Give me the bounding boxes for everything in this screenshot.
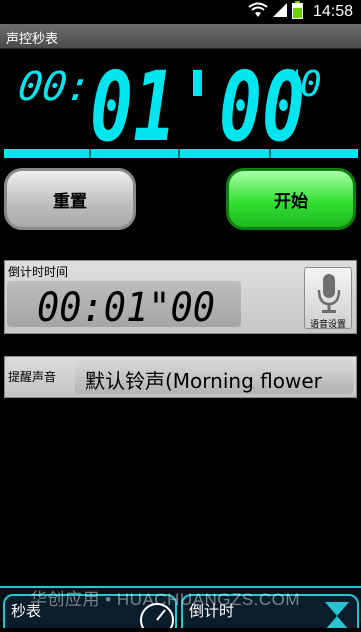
wifi-icon [248,2,268,22]
alarm-sound-panel: 提醒声音 默认铃声(Morning flower [4,356,357,398]
status-time: 14:58 [312,3,353,20]
progress-bar [4,149,358,158]
tab-stopwatch-label: 秒表 [11,602,42,620]
status-bar: 14:58 [0,0,361,24]
battery-icon [291,1,303,23]
timer-suffix: 0 [300,64,322,105]
hourglass-icon [317,598,357,632]
voice-settings-button[interactable]: 语音设置 [304,267,352,330]
countdown-label: 倒计时时间 [8,265,69,279]
timer-display: 00: 01'00 0 " [0,48,361,148]
tab-stopwatch[interactable]: 秒表 [3,594,177,632]
countdown-value: 00:01"00 [37,285,215,327]
countdown-panel: 倒计时时间 00:01"00 语音设置 [4,260,357,334]
alarm-sound-label: 提醒声音 [8,370,57,384]
app-title: 声控秒表 [6,32,59,47]
title-bar: 声控秒表 [0,24,361,49]
countdown-time-field[interactable]: 00:01"00 [7,281,241,327]
stopwatch-icon [137,598,177,632]
start-button[interactable]: 开始 [226,168,356,230]
reset-button[interactable]: 重置 [4,168,136,230]
tab-countdown[interactable]: 倒计时 [181,594,359,630]
timer-tick-mark: " [290,67,300,92]
start-button-label: 开始 [274,191,308,212]
reset-button-label: 重置 [53,191,87,212]
tab-bar: 秒表 倒计时 [0,586,361,632]
voice-settings-label: 语音设置 [309,320,346,330]
alarm-sound-selector[interactable]: 默认铃声(Morning flower [75,360,353,394]
tab-countdown-label: 倒计时 [189,602,235,620]
microphone-icon [316,272,342,318]
timer-main: 01'00 [90,51,305,148]
signal-icon [272,2,288,22]
timer-prefix: 00: [15,64,94,110]
alarm-sound-value: 默认铃声(Morning flower [85,369,322,393]
